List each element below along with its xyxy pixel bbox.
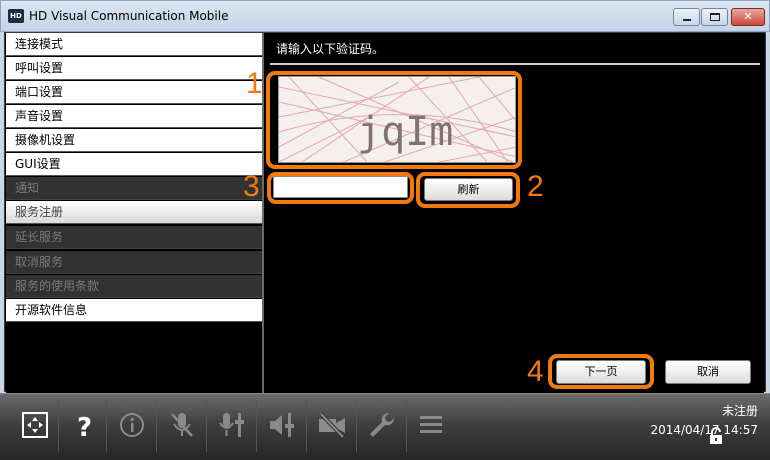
title-bar: HD HD Visual Communication Mobile ✕ — [0, 0, 770, 32]
sidebar-item-terms-of-service: 服务的使用条款 — [6, 275, 262, 298]
callout-box-input — [267, 172, 414, 204]
captcha-prompt: 请输入以下验证码。 — [276, 42, 385, 56]
sidebar-item-extend-service: 延长服务 — [6, 226, 262, 249]
menu-icon — [420, 416, 442, 433]
sidebar-item-connection-mode[interactable]: 连接模式 — [6, 33, 262, 56]
callout-box-refresh — [416, 172, 520, 208]
sidebar-item-port-settings[interactable]: 端口设置 — [6, 81, 262, 104]
sidebar-item-service-registration[interactable]: 服务注册 — [6, 201, 262, 224]
info-icon — [120, 413, 144, 437]
menu-button — [406, 400, 454, 452]
mic-volume-icon — [219, 413, 244, 437]
settings-button[interactable] — [356, 400, 404, 452]
minimize-icon — [683, 19, 691, 21]
window-title: HD Visual Communication Mobile — [29, 9, 229, 23]
speaker-volume-button — [256, 400, 304, 452]
mic-mute-button — [156, 400, 204, 452]
separator-line — [270, 63, 760, 65]
cancel-button[interactable]: 取消 — [665, 360, 751, 384]
svg-text:?: ? — [77, 413, 92, 440]
callout-box-captcha — [266, 71, 522, 169]
sidebar-item-sound-settings[interactable]: 声音设置 — [6, 105, 262, 128]
settings-wrench-icon — [370, 412, 395, 437]
callout-number-2: 2 — [527, 170, 544, 203]
sidebar-item-cancel-service: 取消服务 — [6, 251, 262, 274]
camera-off-icon — [319, 412, 345, 439]
info-button — [106, 400, 154, 452]
maximize-button[interactable] — [701, 8, 728, 26]
callout-number-4: 4 — [527, 355, 544, 388]
fit-screen-button[interactable] — [10, 400, 58, 452]
sidebar-item-gui-settings[interactable]: GUI设置 — [6, 153, 262, 176]
sidebar-item-notification: 通知 — [6, 177, 262, 200]
registration-status: 未注册 — [721, 404, 758, 418]
app-logo-icon: HD — [8, 9, 24, 23]
fit-screen-icon — [22, 412, 48, 438]
minimize-button[interactable] — [673, 8, 700, 26]
sidebar-item-camera-settings[interactable]: 摄像机设置 — [6, 129, 262, 152]
camera-off-button — [306, 400, 354, 452]
speaker-volume-icon — [270, 413, 294, 437]
callout-number-3: 3 — [243, 170, 260, 203]
close-button[interactable]: ✕ — [731, 8, 765, 26]
unlock-icon — [710, 427, 722, 444]
status-area: 未注册 2014/04/17 14:57 — [650, 402, 758, 437]
bottom-toolbar: ? 未注册 2014/04/17 14:57 — [0, 393, 770, 460]
sidebar-item-open-source-info[interactable]: 开源软件信息 — [6, 299, 262, 322]
settings-sidebar: 连接模式 呼叫设置 端口设置 声音设置 摄像机设置 GUI设置 通知 服务注册 … — [6, 33, 262, 393]
sidebar-item-call-settings[interactable]: 呼叫设置 — [6, 57, 262, 80]
callout-box-next — [548, 354, 654, 389]
callout-number-1: 1 — [246, 67, 263, 100]
maximize-icon — [710, 13, 720, 21]
close-icon: ✕ — [743, 10, 753, 23]
help-icon: ? — [77, 413, 92, 440]
mic-mute-icon — [171, 413, 193, 437]
help-button[interactable]: ? — [58, 400, 106, 452]
mic-volume-button — [206, 400, 254, 452]
datetime-display: 2014/04/17 14:57 — [650, 423, 758, 437]
